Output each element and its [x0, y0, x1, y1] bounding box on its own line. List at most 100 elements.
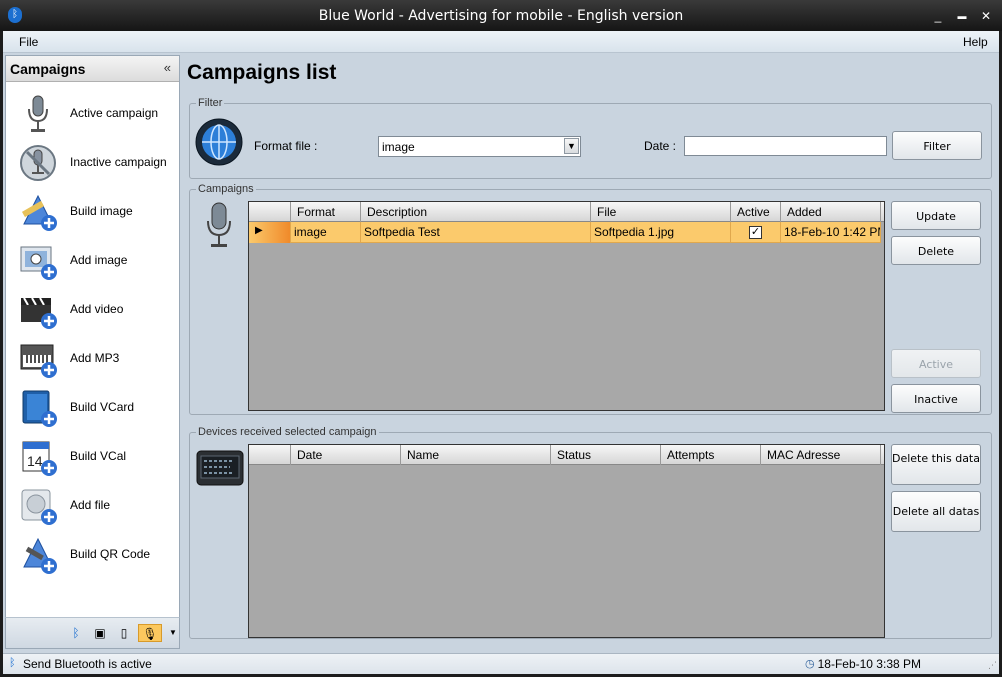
sidebar-item-active-campaign[interactable]: Active campaign: [6, 90, 179, 136]
sidebar-item-build-vcal[interactable]: 14 Build VCal: [6, 433, 179, 479]
mobile-icon[interactable]: ▯: [116, 624, 132, 642]
cell-added: 18-Feb-10 1:42 PM: [781, 222, 881, 243]
update-button[interactable]: Update: [891, 201, 981, 230]
sidebar-item-add-file[interactable]: Add file: [6, 482, 179, 528]
row-header-cell: [249, 202, 291, 222]
filter-button[interactable]: Filter: [892, 131, 982, 160]
date-input[interactable]: [684, 136, 887, 156]
date-label: Date :: [644, 139, 677, 153]
column-header-active[interactable]: Active: [731, 202, 781, 222]
format-file-value: image: [382, 140, 415, 154]
menu-file[interactable]: File: [19, 35, 38, 49]
close-button[interactable]: ✕: [978, 9, 994, 23]
add-file-icon: [21, 489, 57, 525]
active-button[interactable]: Active: [891, 349, 981, 378]
status-bar: ᛒ Send Bluetooth is active ◷ 18-Feb-10 3…: [3, 653, 999, 674]
sidebar-item-add-image[interactable]: Add image: [6, 237, 179, 283]
svg-text:14: 14: [27, 453, 43, 469]
build-vcal-icon: 14: [22, 441, 57, 476]
collapse-sidebar-button[interactable]: «: [164, 60, 171, 75]
sidebar-item-label: Add image: [70, 253, 128, 267]
column-header-mac-address[interactable]: MAC Adresse: [761, 445, 881, 465]
sidebar-item-label: Inactive campaign: [70, 155, 167, 169]
column-header-file[interactable]: File: [591, 202, 731, 222]
active-checkbox[interactable]: ✓: [749, 226, 762, 239]
microphone-icon: [207, 202, 231, 247]
sidebar-item-build-vcard[interactable]: Build VCard: [6, 384, 179, 430]
sidebar-item-label: Build image: [70, 204, 133, 218]
add-mp3-icon: [20, 344, 57, 378]
sidebar-item-label: Add file: [70, 498, 111, 512]
chevron-down-icon[interactable]: ▼: [165, 624, 181, 642]
delete-button[interactable]: Delete: [891, 236, 981, 265]
delete-this-data-button[interactable]: Delete this data: [891, 444, 981, 485]
column-header-format[interactable]: Format: [291, 202, 361, 222]
sidebar-item-add-video[interactable]: Add video: [6, 286, 179, 332]
maximize-button[interactable]: ▬: [954, 9, 970, 23]
column-header-name[interactable]: Name: [401, 445, 551, 465]
column-header-added[interactable]: Added: [781, 202, 881, 222]
microphone-off-icon: [20, 145, 56, 181]
bluetooth-icon: ᛒ: [9, 657, 16, 669]
sidebar-item-label: Add video: [70, 302, 124, 316]
campaigns-legend: Campaigns: [198, 183, 254, 195]
filter-group: Filter Format file : image ▼ Date : Filt…: [189, 97, 992, 179]
inactive-button[interactable]: Inactive: [891, 384, 981, 413]
cell-active: ✓: [731, 222, 781, 243]
devices-table-header: Date Name Status Attempts MAC Adresse: [249, 445, 884, 465]
sidebar-item-build-qr-code[interactable]: Build QR Code: [6, 531, 179, 577]
sidebar-item-label: Build VCard: [70, 400, 135, 414]
campaigns-table-header: Format Description File Active Added: [249, 202, 884, 222]
cell-format: image: [291, 222, 361, 243]
window-title: Blue World - Advertising for mobile - En…: [318, 8, 684, 24]
build-vcard-icon: [22, 390, 57, 427]
menu-help[interactable]: Help: [963, 35, 988, 49]
column-header-attempts[interactable]: Attempts: [661, 445, 761, 465]
delete-all-datas-button[interactable]: Delete all datas: [891, 491, 981, 532]
globe-icon: [195, 118, 243, 166]
add-video-icon: [21, 297, 57, 329]
main-content: Campaigns list Filter Format file : imag…: [184, 55, 999, 649]
app-client: File Help Campaigns « Active campaign In…: [3, 31, 999, 674]
title-bar: ᛒ Blue World - Advertising for mobile - …: [0, 0, 1002, 31]
table-row[interactable]: ▶ image Softpedia Test Softpedia 1.jpg ✓…: [249, 222, 881, 243]
device-icon[interactable]: ▣: [92, 624, 108, 642]
cell-file: Softpedia 1.jpg: [591, 222, 731, 243]
format-file-select[interactable]: image ▼: [378, 136, 581, 157]
sidebar-item-label: Build VCal: [70, 449, 127, 463]
status-datetime: 18-Feb-10 3:38 PM: [817, 657, 921, 671]
clock-icon: ◷: [805, 658, 815, 670]
build-image-icon: [21, 194, 57, 231]
add-image-icon: [20, 246, 57, 280]
campaigns-sidebar: Campaigns « Active campaign Inactive cam…: [5, 55, 180, 649]
column-header-status[interactable]: Status: [551, 445, 661, 465]
sidebar-item-label: Active campaign: [70, 106, 159, 120]
sidebar-item-add-mp3[interactable]: Add MP3: [6, 335, 179, 381]
sidebar-header: Campaigns «: [6, 56, 179, 82]
devices-legend: Devices received selected campaign: [198, 426, 377, 438]
row-selector-icon[interactable]: ▶: [249, 222, 291, 243]
campaigns-group: Campaigns Format Description File Active…: [189, 183, 992, 415]
sidebar-bottom-toolbar: ᛒ ▣ ▯ 🎙 ▼: [5, 617, 180, 649]
campaigns-table: Format Description File Active Added ▶ i…: [248, 201, 885, 411]
status-text: Send Bluetooth is active: [23, 657, 152, 671]
column-header-date[interactable]: Date: [291, 445, 401, 465]
sidebar-item-inactive-campaign[interactable]: Inactive campaign: [6, 139, 179, 185]
row-header-cell: [249, 445, 291, 465]
chevron-down-icon[interactable]: ▼: [564, 138, 579, 154]
page-title: Campaigns list: [187, 61, 337, 84]
sidebar-item-build-image[interactable]: Build image: [6, 188, 179, 234]
minimize-button[interactable]: _: [930, 9, 946, 23]
bluetooth-icon[interactable]: ᛒ: [68, 624, 84, 642]
device-display-icon: [196, 450, 244, 486]
sidebar-item-label: Add MP3: [70, 351, 120, 365]
devices-table: Date Name Status Attempts MAC Adresse: [248, 444, 885, 638]
build-qr-code-icon: [23, 537, 57, 574]
column-header-description[interactable]: Description: [361, 202, 591, 222]
format-file-label: Format file :: [254, 139, 318, 153]
microphone-icon[interactable]: 🎙: [138, 624, 162, 642]
sidebar-item-label: Build QR Code: [70, 547, 151, 561]
filter-legend: Filter: [198, 97, 223, 109]
resize-grip-icon[interactable]: ⋰: [988, 660, 997, 671]
devices-group: Devices received selected campaign Date …: [189, 426, 992, 639]
